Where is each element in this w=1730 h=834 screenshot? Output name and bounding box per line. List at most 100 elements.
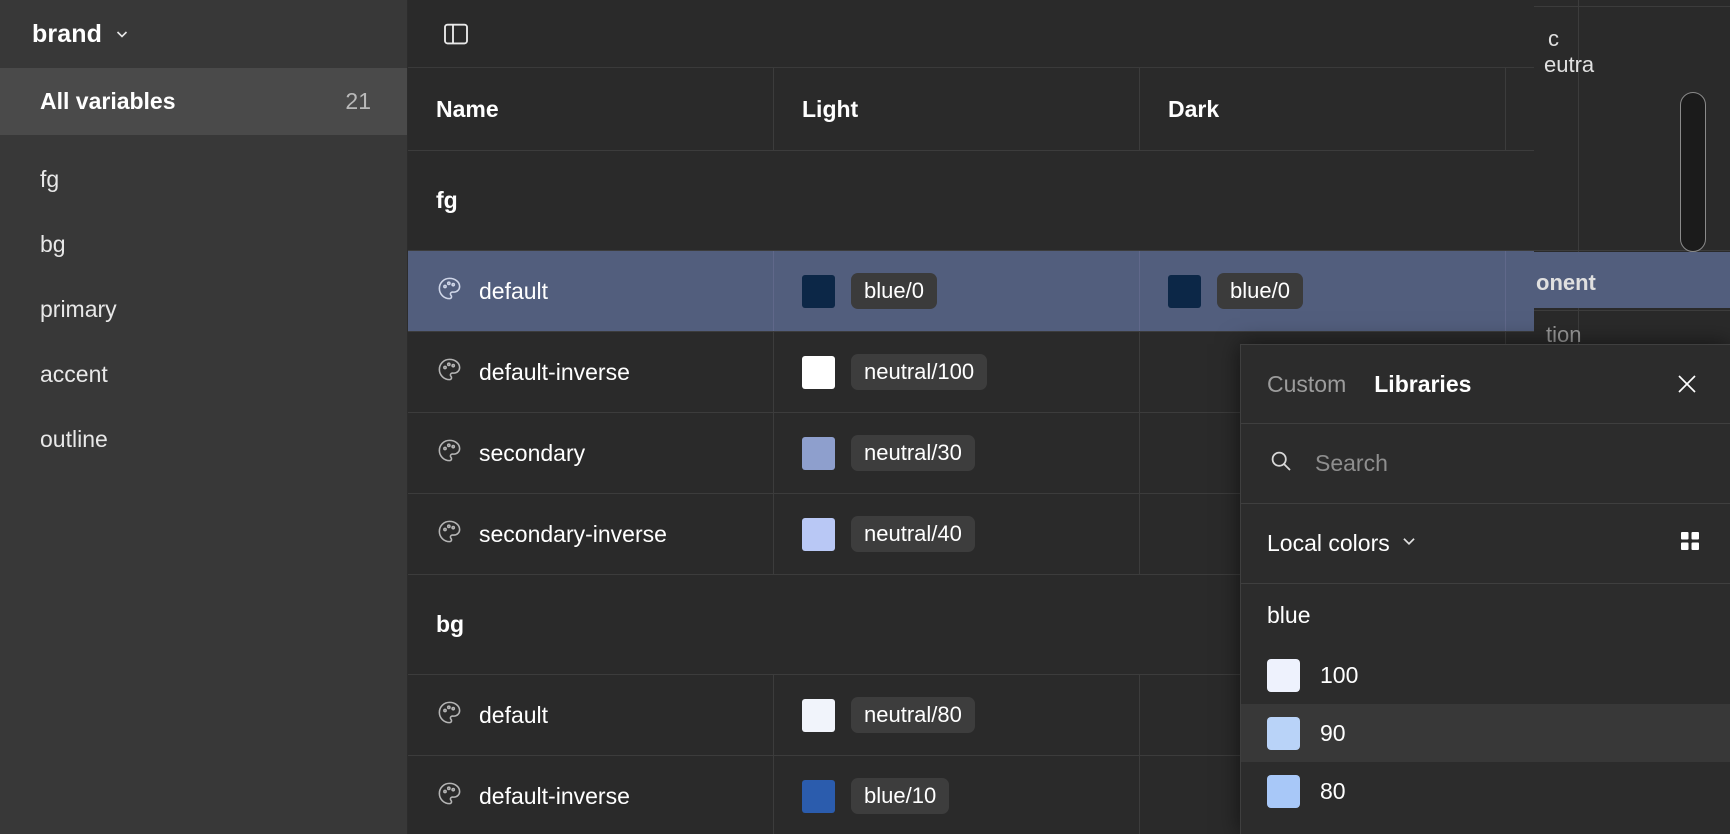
sidebar-item-accent[interactable]: accent (0, 342, 407, 407)
sidebar-item-label: accent (40, 361, 108, 388)
color-palette-icon (436, 518, 463, 550)
color-palette-icon (436, 437, 463, 469)
close-icon[interactable] (1664, 15, 1702, 53)
column-header-light[interactable]: Light (774, 68, 1140, 150)
color-palette-icon (436, 275, 463, 307)
alias-chip[interactable]: neutral/40 (851, 516, 975, 552)
color-palette-icon (436, 699, 463, 731)
variable-name: default (479, 702, 548, 729)
sidebar-item-primary[interactable]: primary (0, 277, 407, 342)
variables-count: 21 (345, 88, 371, 115)
chevron-down-icon (114, 26, 130, 42)
group-name: blue (1267, 602, 1310, 629)
beta-button[interactable]: Beta (1546, 15, 1642, 53)
tab-libraries[interactable]: Libraries (1374, 371, 1471, 398)
color-swatch-list: blue 100 90 80 (1241, 584, 1730, 834)
section-label: Local colors (1267, 530, 1390, 557)
color-palette-icon (436, 356, 463, 388)
local-colors-section-toggle[interactable]: Local colors (1241, 504, 1730, 584)
table-header-row: Name Light Dark (408, 68, 1730, 151)
cell-empty (1506, 251, 1730, 331)
cell-light-value[interactable]: blue/0 (774, 251, 1140, 331)
column-header-label: Light (802, 96, 858, 123)
column-header-name[interactable]: Name (408, 68, 774, 150)
color-palette-icon (436, 780, 463, 812)
editor-toolbar: Beta (408, 0, 1730, 68)
color-picker-popup: Custom Libraries Search Local colors (1240, 344, 1730, 834)
cell-light-value[interactable]: neutral/40 (774, 494, 1140, 574)
swatch-label: 90 (1320, 720, 1346, 747)
color-swatch (802, 275, 835, 308)
variable-name: default-inverse (479, 359, 630, 386)
sidebar-item-all-variables[interactable]: All variables 21 (0, 68, 407, 135)
cell-name[interactable]: default-inverse (408, 332, 774, 412)
color-swatch (1267, 775, 1300, 808)
sidebar-item-label: fg (40, 166, 59, 193)
column-header-label: Name (436, 96, 499, 123)
beta-label: Beta (1560, 22, 1601, 45)
grid-view-icon[interactable] (1676, 527, 1704, 560)
cell-light-value[interactable]: neutral/100 (774, 332, 1140, 412)
toolbar-right-group: Beta (1546, 15, 1702, 53)
list-item[interactable]: 100 (1241, 646, 1730, 704)
sidebar-item-fg[interactable]: fg (0, 147, 407, 212)
table-row[interactable]: default blue/0 blue/0 (408, 251, 1730, 332)
search-field[interactable]: Search (1241, 424, 1730, 504)
alias-chip[interactable]: blue/0 (851, 273, 937, 309)
variable-name: default-inverse (479, 783, 630, 810)
color-swatch (1267, 659, 1300, 692)
swatch-label: 100 (1320, 662, 1358, 689)
column-header-dark[interactable]: Dark (1140, 68, 1506, 150)
color-swatch (802, 437, 835, 470)
collections-sidebar: brand All variables 21 fg bg primary acc… (0, 0, 408, 834)
tab-custom[interactable]: Custom (1267, 371, 1346, 398)
group-label: fg (436, 187, 458, 214)
collection-name: brand (32, 20, 102, 49)
sidebar-group-list: fg bg primary accent outline (0, 135, 407, 472)
sidebar-item-label: bg (40, 231, 66, 258)
add-mode-button[interactable] (1624, 80, 1694, 150)
alias-chip[interactable]: neutral/30 (851, 435, 975, 471)
cell-light-value[interactable]: neutral/80 (774, 675, 1140, 755)
swatch-label: 80 (1320, 778, 1346, 805)
popup-header: Custom Libraries (1241, 345, 1730, 424)
group-label: bg (436, 611, 464, 638)
close-icon[interactable] (1670, 367, 1704, 401)
alias-chip[interactable]: neutral/80 (851, 697, 975, 733)
color-swatch (1267, 717, 1300, 750)
column-header-label: Dark (1168, 96, 1219, 123)
cell-dark-value[interactable]: blue/0 (1140, 251, 1506, 331)
alias-chip[interactable]: blue/0 (1217, 273, 1303, 309)
swatch-group-label: blue (1241, 584, 1730, 646)
search-icon (1267, 447, 1295, 480)
cell-name[interactable]: default (408, 251, 774, 331)
cell-light-value[interactable]: blue/10 (774, 756, 1140, 834)
sidebar-item-label: primary (40, 296, 117, 323)
cell-name[interactable]: default (408, 675, 774, 755)
toolbar-left-group (436, 14, 476, 54)
cell-light-value[interactable]: neutral/30 (774, 413, 1140, 493)
search-input[interactable]: Search (1315, 450, 1388, 477)
table-group-header-fg: fg (408, 151, 1730, 251)
color-swatch (802, 699, 835, 732)
color-swatch (802, 518, 835, 551)
color-swatch (802, 356, 835, 389)
variable-name: secondary-inverse (479, 521, 667, 548)
sidebar-panel-icon[interactable] (436, 14, 476, 54)
sidebar-item-outline[interactable]: outline (0, 407, 407, 472)
variable-name: secondary (479, 440, 585, 467)
collection-selector[interactable]: brand (0, 0, 407, 68)
variable-name: default (479, 278, 548, 305)
alias-chip[interactable]: blue/10 (851, 778, 949, 814)
cell-name[interactable]: secondary-inverse (408, 494, 774, 574)
sidebar-item-bg[interactable]: bg (0, 212, 407, 277)
color-swatch (802, 780, 835, 813)
cell-name[interactable]: secondary (408, 413, 774, 493)
list-item[interactable]: 90 (1241, 704, 1730, 762)
color-swatch (1168, 275, 1201, 308)
external-link-icon (1610, 22, 1628, 46)
alias-chip[interactable]: neutral/100 (851, 354, 987, 390)
sidebar-item-label: outline (40, 426, 108, 453)
list-item[interactable]: 80 (1241, 762, 1730, 820)
cell-name[interactable]: default-inverse (408, 756, 774, 834)
